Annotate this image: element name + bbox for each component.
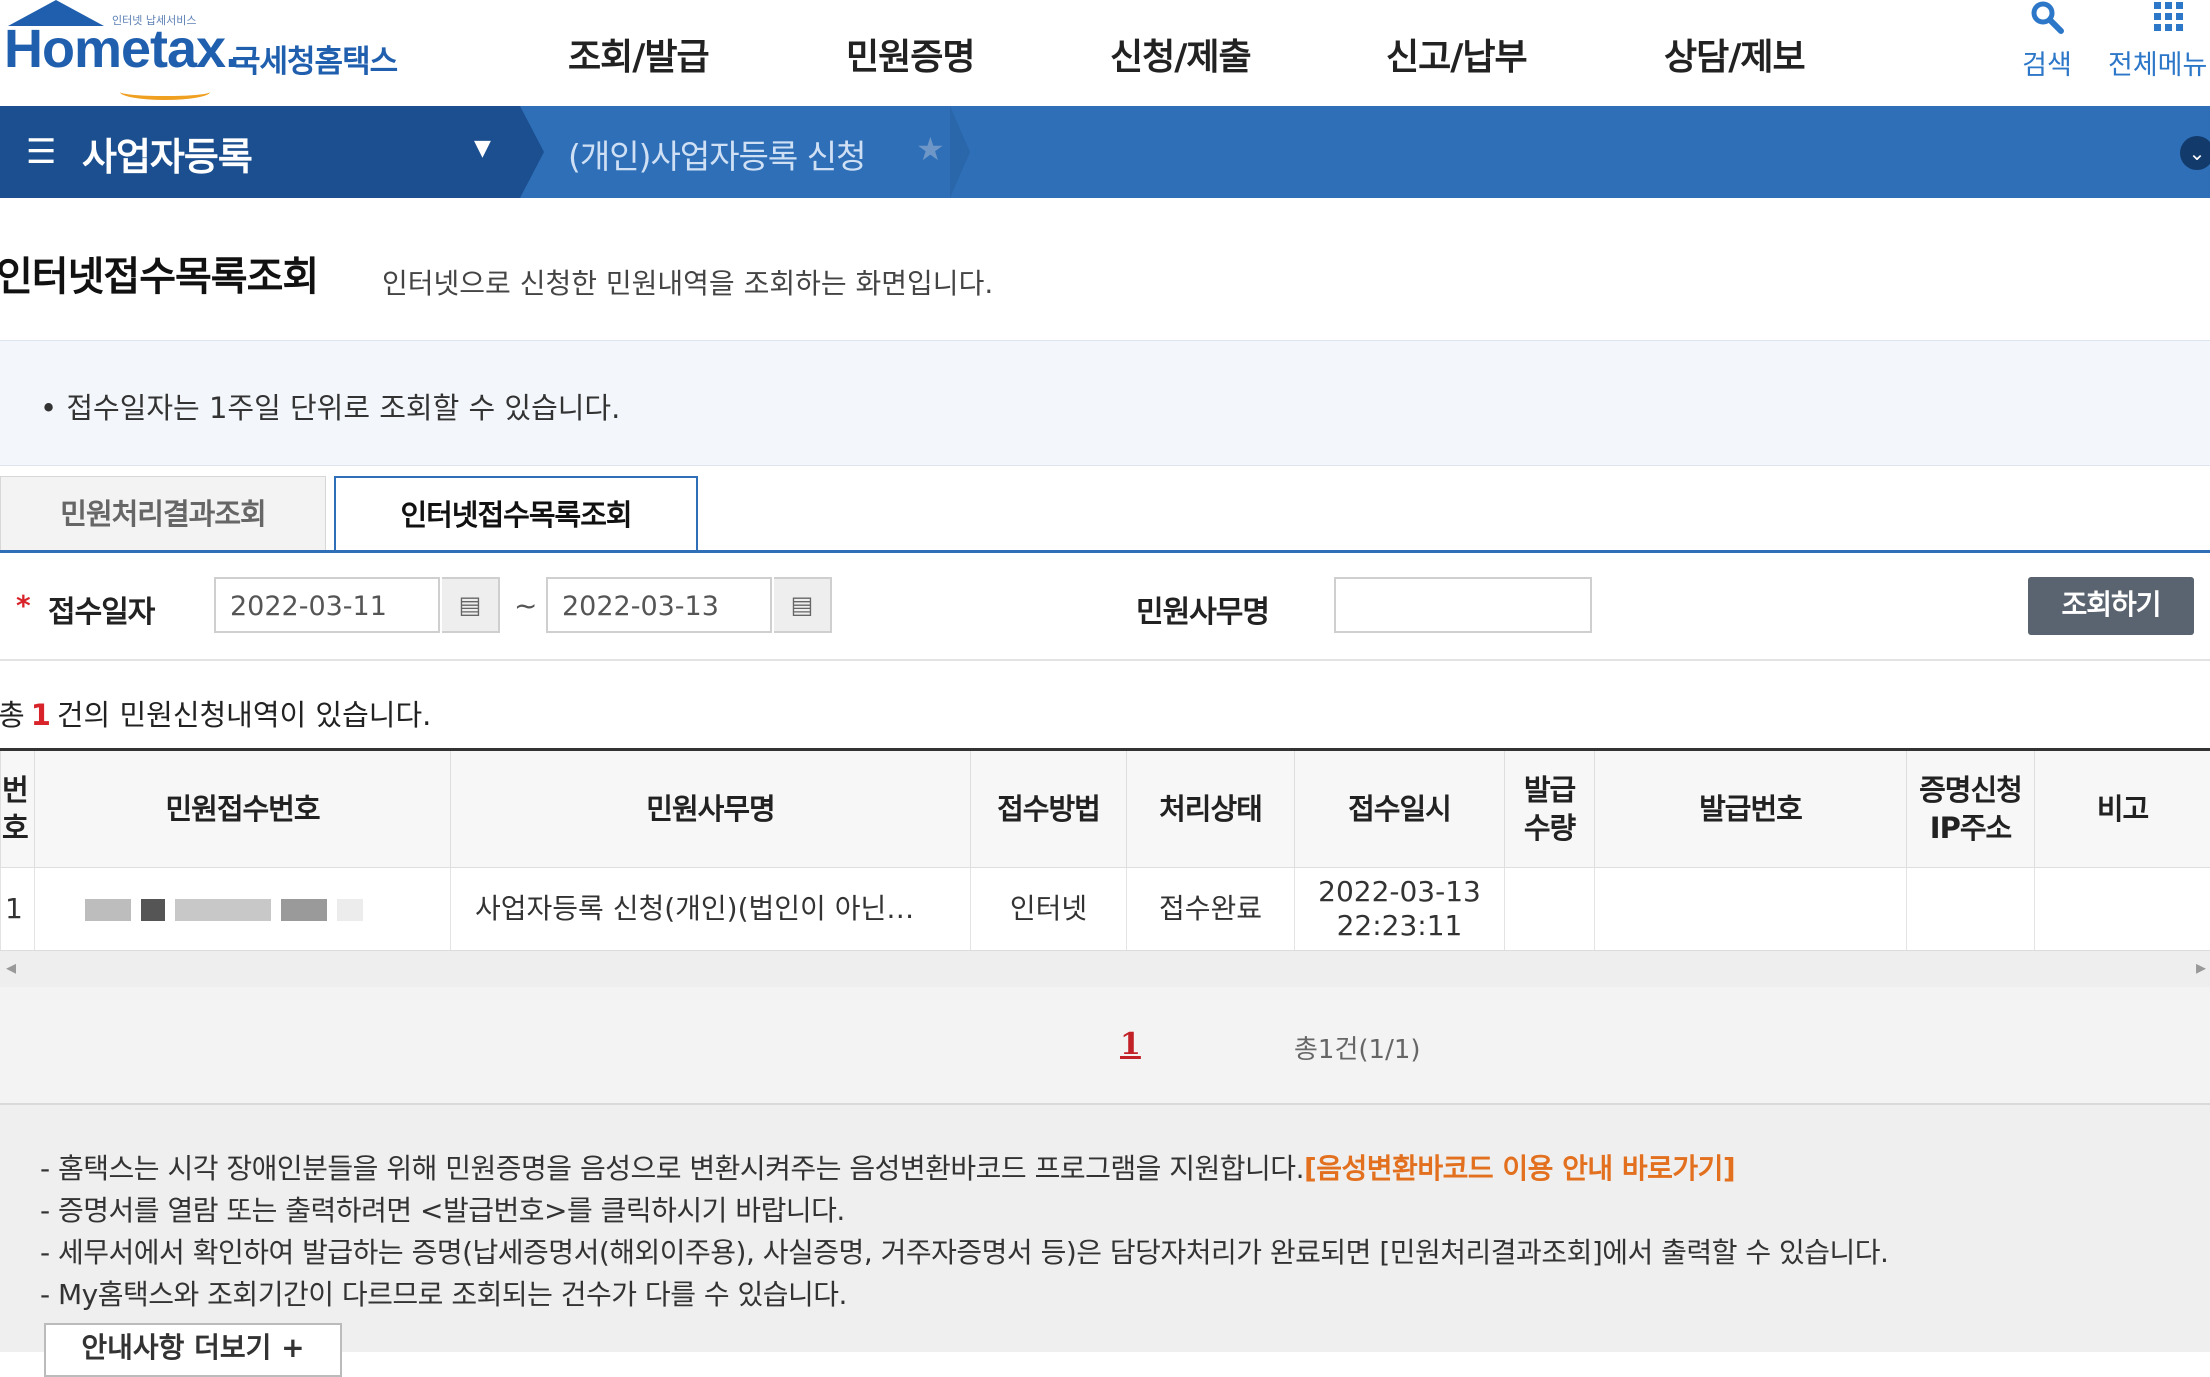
cell-datetime: 2022-03-13 22:23:11 [1295,868,1505,951]
col-header-method: 접수방법 [971,750,1127,868]
cell-time: 22:23:11 [1296,909,1503,943]
cell-ip [1907,868,2035,951]
chevron-down-icon[interactable]: ⌄ [2180,136,2210,170]
current-menu-title[interactable]: 사업자등록 [82,126,252,181]
info-message: 접수일자는 1주일 단위로 조회할 수 있습니다. [66,391,620,425]
hometax-logo[interactable]: 인터넷 납세서비스 Hometax. 국세청홈택스 [0,0,440,104]
result-count: 총1건의 민원신청내역이 있습니다. [0,692,431,734]
search-icon [2010,0,2084,43]
top-header: 인터넷 납세서비스 Hometax. 국세청홈택스 조회/발급 민원증명 신청/… [0,0,2210,106]
cell-date: 2022-03-13 [1296,875,1503,909]
table-header-row: 번호 민원접수번호 민원사무명 접수방법 처리상태 접수일시 발급 수량 발급번… [1,750,2210,868]
search-tool-label: 검색 [2022,50,2072,81]
col-header-status: 처리상태 [1127,750,1295,868]
logo-wordmark: Hometax. [4,18,239,80]
notice-line-2: - 증명서를 열람 또는 출력하려면 <발급번호>를 클릭하시기 바랍니다. [40,1189,845,1229]
redaction-block [85,899,131,921]
all-menu-button[interactable]: 전체메뉴 [2108,0,2210,82]
count-suffix: 건의 민원신청내역이 있습니다. [57,698,432,732]
pagination: 1 총1건(1/1) [0,987,2210,1105]
redaction-block [337,899,363,921]
cell-status: 접수완료 [1127,868,1295,951]
gnb-item-application[interactable]: 신청/제출 [1110,28,1251,80]
page-description: 인터넷으로 신청한 민원내역을 조회하는 화면입니다. [382,262,993,302]
col-header-issue-no: 발급번호 [1595,750,1907,868]
cell-issue-no[interactable] [1595,868,1907,951]
notice-line-3: - 세무서에서 확인하여 발급하는 증명(납세증명서(해외이주용), 사실증명,… [40,1231,1888,1271]
count-number: 1 [25,698,57,732]
breadcrumb[interactable]: (개인)사업자등록 신청 [568,130,865,178]
cell-qty [1505,868,1595,951]
cell-no: 1 [1,868,35,951]
gnb-item-filing[interactable]: 신고/납부 [1386,28,1527,80]
col-header-datetime: 접수일시 [1295,750,1505,868]
cell-note [2035,868,2210,951]
dropdown-triangle-icon[interactable]: ▼ [474,136,491,161]
cell-method: 인터넷 [971,868,1127,951]
notice-line-1: - 홈택스는 시각 장애인분들을 위해 민원증명을 음성으로 변환시켜주는 음성… [40,1147,1735,1187]
col-header-qty: 발급 수량 [1505,750,1595,868]
more-info-button[interactable]: 안내사항 더보기 + [44,1323,342,1377]
gnb-item-inquiry[interactable]: 조회/발급 [568,28,709,80]
table-row[interactable]: 1 사업자등록 신청(개인)(법인이 아닌… 인터넷 접수완료 2022-03-… [1,868,2210,951]
gnb-item-certificate[interactable]: 민원증명 [846,28,974,80]
voice-barcode-link[interactable]: [음성변환바코드 이용 안내 바로가기] [1304,1152,1735,1185]
tab-result-inquiry[interactable]: 민원처리결과조회 [0,476,326,552]
col-header-service: 민원사무명 [451,750,971,868]
notice-section: - 홈택스는 시각 장애인분들을 위해 민원증명을 음성으로 변환시켜주는 음성… [0,1105,2210,1352]
hamburger-icon[interactable]: ☰ [26,132,56,172]
redaction-block [175,899,271,921]
calendar-icon[interactable]: ▤ [442,577,500,633]
info-box: • 접수일자는 1주일 단위로 조회할 수 있습니다. [0,340,2210,466]
all-menu-label: 전체메뉴 [2108,50,2207,81]
date-from-input[interactable]: 2022-03-11 [214,577,440,633]
redaction-block [281,899,327,921]
page-title: 인터넷접수목록조회 [0,244,318,302]
info-text: • 접수일자는 1주일 단위로 조회할 수 있습니다. [40,385,620,427]
service-name-label: 민원사무명 [1136,587,1269,631]
receipt-table: 번호 민원접수번호 민원사무명 접수방법 처리상태 접수일시 발급 수량 발급번… [0,748,2210,951]
location-bar: ☰ 사업자등록 ▼ (개인)사업자등록 신청 ★ ⌄ [0,106,2210,198]
col-header-note: 비고 [2035,750,2210,868]
search-tool-button[interactable]: 검색 [2010,0,2084,82]
menu-selector[interactable] [0,106,520,198]
page-link-current[interactable]: 1 [1120,1027,1141,1062]
grid-menu-icon [2108,0,2210,43]
date-to-input[interactable]: 2022-03-13 [546,577,772,633]
date-label: 접수일자 [48,587,154,631]
notice-text-1: - 홈택스는 시각 장애인분들을 위해 민원증명을 음성으로 변환시켜주는 음성… [40,1152,1304,1185]
search-button[interactable]: 조회하기 [2028,577,2194,635]
logo-swoosh-icon [120,84,210,100]
redaction-block [141,899,165,921]
cell-service: 사업자등록 신청(개인)(법인이 아닌… [451,868,971,951]
search-form: * 접수일자 2022-03-11 ▤ ~ 2022-03-13 ▤ 민원사무명… [0,553,2210,661]
col-header-ip: 증명신청 IP주소 [1907,750,2035,868]
favorite-star-icon[interactable]: ★ [916,130,945,168]
tab-receipt-list[interactable]: 인터넷접수목록조회 [334,476,698,552]
cell-receipt-no[interactable] [35,868,451,951]
breadcrumb-divider-arrow [950,106,970,198]
required-mark: * [16,589,31,622]
service-name-input[interactable] [1334,577,1592,633]
logo-korean-name: 국세청홈택스 [232,36,397,81]
col-header-no: 번호 [1,750,35,868]
gnb-item-consult[interactable]: 상담/제보 [1664,28,1805,80]
date-range-separator: ~ [514,589,537,622]
scroll-right-icon[interactable]: ▸ [2196,955,2206,979]
page-total: 총1건(1/1) [1294,1029,1421,1066]
nav-divider-arrow [520,106,544,198]
horizontal-scrollbar[interactable]: ◂ ▸ [0,950,2210,988]
notice-line-4: - My홈택스와 조회기간이 다르므로 조회되는 건수가 다를 수 있습니다. [40,1273,847,1313]
count-prefix: 총 [0,698,25,732]
col-header-receipt-no: 민원접수번호 [35,750,451,868]
scroll-left-icon[interactable]: ◂ [6,955,16,979]
calendar-icon[interactable]: ▤ [774,577,832,633]
